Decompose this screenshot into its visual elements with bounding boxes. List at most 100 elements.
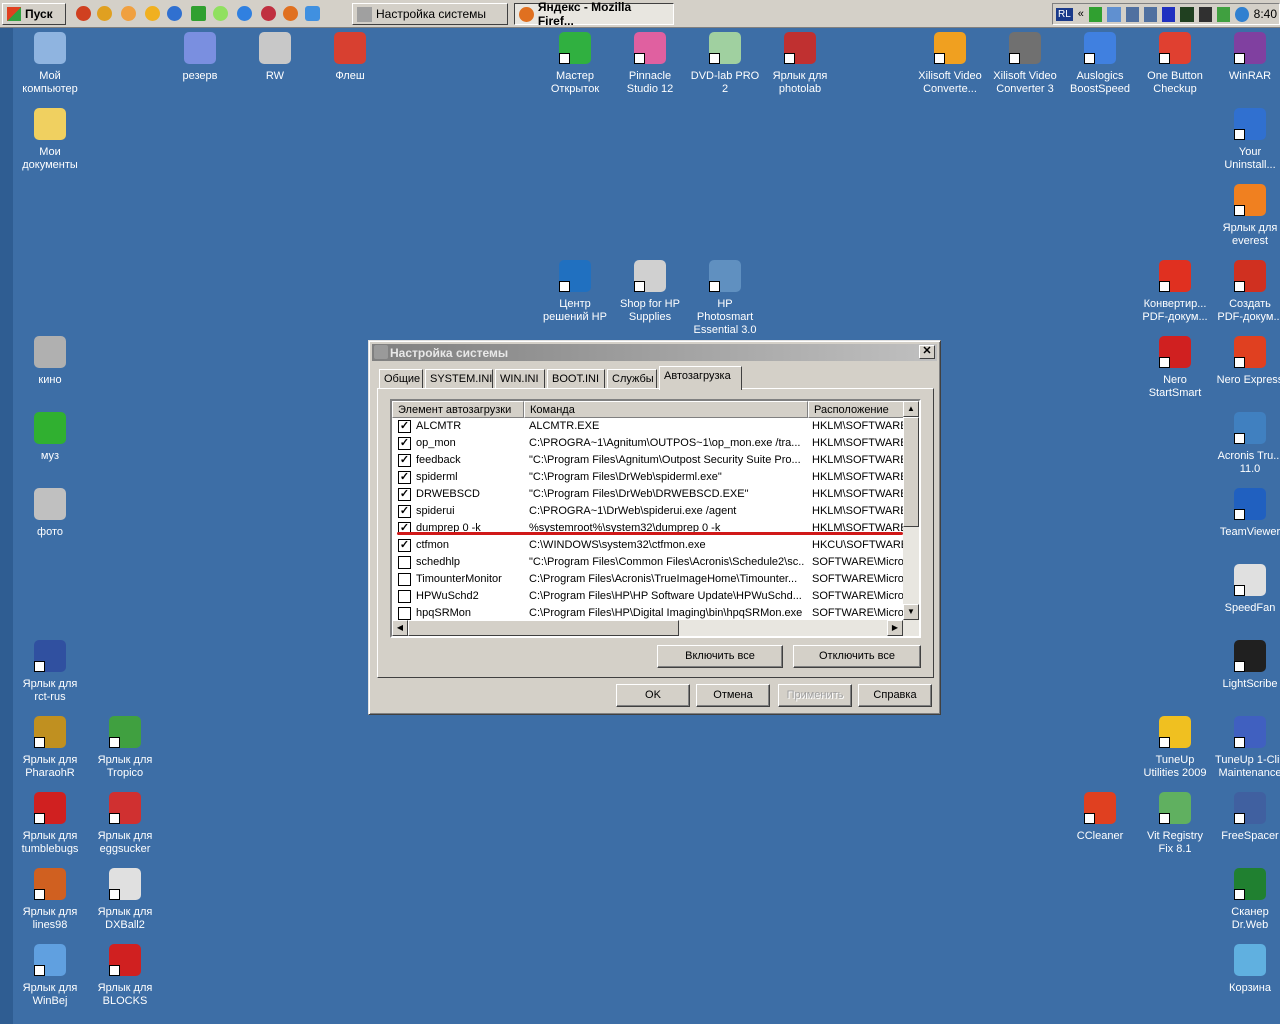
tray-icon[interactable] (1217, 6, 1231, 22)
desktop-icon[interactable]: Auslogics BoostSpeed (1063, 30, 1137, 96)
startup-row[interactable]: ✓ ctfmon C:\WINDOWS\system32\ctfmon.exe … (392, 537, 905, 554)
desktop-icon[interactable]: Ярлык для tumblebugs (13, 790, 87, 856)
startup-checkbox[interactable] (398, 573, 411, 586)
task-system-config[interactable]: Настройка системы (352, 3, 508, 25)
quicklaunch-ie-icon[interactable] (237, 6, 252, 21)
desktop-icon[interactable]: Ярлык для PharaohR (13, 714, 87, 780)
startup-checkbox[interactable]: ✓ (398, 437, 411, 450)
scroll-thumb[interactable] (903, 417, 919, 527)
desktop-icon[interactable]: Конвертир... PDF-докум... (1138, 258, 1212, 324)
startup-checkbox[interactable] (398, 556, 411, 569)
column-header-location[interactable]: Расположение (808, 401, 905, 418)
desktop-icon[interactable]: Ярлык для rct-rus (13, 638, 87, 704)
startup-row[interactable]: ✓ ALCMTR ALCMTR.EXE HKLM\SOFTWARE\M (392, 418, 905, 435)
desktop-icon[interactable]: муз (13, 410, 87, 463)
startup-checkbox[interactable]: ✓ (398, 420, 411, 433)
startup-row[interactable]: ✓ op_mon C:\PROGRA~1\Agnitum\OUTPOS~1\op… (392, 435, 905, 452)
scroll-down-button[interactable]: ▼ (903, 604, 919, 620)
desktop-icon[interactable]: Vit Registry Fix 8.1 (1138, 790, 1212, 856)
quicklaunch-icon[interactable] (305, 6, 320, 21)
tab-win-ini[interactable]: WIN.INI (495, 369, 545, 389)
desktop-icon[interactable]: Центр решений HP (538, 258, 612, 324)
cancel-button[interactable]: Отмена (696, 684, 770, 707)
startup-checkbox[interactable]: ✓ (398, 539, 411, 552)
network-tray-icon[interactable] (1107, 6, 1121, 22)
desktop-icon[interactable]: Acronis Tru... 11.0 (1213, 410, 1280, 476)
desktop-icon[interactable]: Shop for HP Supplies (613, 258, 687, 324)
quicklaunch-icon[interactable] (213, 6, 228, 21)
desktop-icon[interactable]: TuneUp Utilities 2009 (1138, 714, 1212, 780)
desktop-icon[interactable]: Pinnacle Studio 12 (613, 30, 687, 96)
close-button[interactable]: ✕ (919, 345, 935, 359)
quicklaunch-icon[interactable] (76, 6, 91, 21)
desktop-icon[interactable]: DVD-lab PRO 2 (688, 30, 762, 96)
desktop-icon[interactable]: Мой компьютер (13, 30, 87, 96)
column-header-item[interactable]: Элемент автозагрузки (392, 401, 524, 418)
startup-checkbox[interactable]: ✓ (398, 454, 411, 467)
tab-services[interactable]: Службы (607, 369, 657, 389)
desktop-icon[interactable]: FreeSpacer (1213, 790, 1280, 843)
startup-row[interactable]: ✓ spiderml "C:\Program Files\DrWeb\spide… (392, 469, 905, 486)
horizontal-scrollbar[interactable]: ◀ ▶ (392, 620, 919, 636)
expand-tray-icon[interactable]: « (1078, 8, 1084, 20)
network-disconnected-icon[interactable] (1125, 6, 1139, 22)
task-firefox[interactable]: Яндекс - Mozilla Firef... (514, 0, 674, 28)
desktop-icon[interactable]: кино (13, 334, 87, 387)
desktop-icon[interactable]: Ярлык для photolab (763, 30, 837, 96)
desktop-icon[interactable]: Ярлык для BLOCKS (88, 942, 162, 1008)
desktop-icon[interactable]: One Button Checkup (1138, 30, 1212, 96)
vertical-scrollbar[interactable]: ▲ ▼ (903, 401, 919, 620)
quicklaunch-icon[interactable] (261, 6, 276, 21)
desktop-icon[interactable]: Ярлык для eggsucker (88, 790, 162, 856)
utorrent-tray-icon[interactable] (1088, 6, 1103, 22)
quicklaunch-media-icon[interactable] (167, 6, 182, 21)
drweb-spider-icon[interactable] (1180, 6, 1194, 22)
desktop-icon[interactable]: Флеш (313, 30, 387, 83)
quicklaunch-icon[interactable] (145, 6, 160, 21)
desktop-icon[interactable]: Ярлык для DXBall2 (88, 866, 162, 932)
quicklaunch-utorrent-icon[interactable] (191, 6, 206, 21)
startup-checkbox[interactable] (398, 590, 411, 603)
startup-row[interactable]: ✓ spiderui C:\PROGRA~1\DrWeb\spiderui.ex… (392, 503, 905, 520)
startup-checkbox[interactable]: ✓ (398, 488, 411, 501)
desktop-icon[interactable]: LightScribe (1213, 638, 1280, 691)
startup-row[interactable]: schedhlp "C:\Program Files\Common Files\… (392, 554, 905, 571)
quicklaunch-firefox-icon[interactable] (283, 6, 298, 21)
startup-checkbox[interactable]: ✓ (398, 471, 411, 484)
desktop-icon[interactable]: SpeedFan (1213, 562, 1280, 615)
scroll-right-button[interactable]: ▶ (887, 620, 903, 636)
desktop-icon[interactable]: Корзина (1213, 942, 1280, 995)
desktop-icon[interactable]: Your Uninstall... (1213, 106, 1280, 172)
desktop-icon[interactable]: HP Photosmart Essential 3.0 (688, 258, 762, 337)
desktop-icon[interactable]: фото (13, 486, 87, 539)
desktop-icon[interactable]: Ярлык для lines98 (13, 866, 87, 932)
start-button[interactable]: Пуск (2, 3, 66, 25)
security-tray-icon[interactable] (1235, 6, 1249, 22)
tab-general[interactable]: Общие (379, 369, 423, 389)
startup-row[interactable]: TimounterMonitor C:\Program Files\Acroni… (392, 571, 905, 588)
help-button[interactable]: Справка (858, 684, 932, 707)
quicklaunch-icon[interactable] (97, 6, 112, 21)
enable-all-button[interactable]: Включить все (657, 645, 783, 668)
desktop-icon[interactable]: RW (238, 30, 312, 83)
startup-row[interactable]: ✓ DRWEBSCD "C:\Program Files\DrWeb\DRWEB… (392, 486, 905, 503)
ok-button[interactable]: OK (616, 684, 690, 707)
desktop-icon[interactable]: CCleaner (1063, 790, 1137, 843)
tab-startup[interactable]: Автозагрузка (659, 366, 742, 390)
desktop-icon[interactable]: Сканер Dr.Web (1213, 866, 1280, 932)
desktop-icon[interactable]: Nero StartSmart (1138, 334, 1212, 400)
tray-icon[interactable] (1162, 6, 1176, 22)
desktop-icon[interactable]: резерв (163, 30, 237, 83)
desktop-icon[interactable]: Xilisoft Video Converter 3 (988, 30, 1062, 96)
scroll-up-button[interactable]: ▲ (903, 401, 919, 417)
tab-boot-ini[interactable]: BOOT.INI (547, 369, 605, 389)
startup-checkbox[interactable]: ✓ (398, 505, 411, 518)
desktop-icon[interactable]: Ярлык для WinBej (13, 942, 87, 1008)
desktop-icon[interactable]: Создать PDF-докум... (1213, 258, 1280, 324)
desktop-icon[interactable]: Xilisoft Video Converte... (913, 30, 987, 96)
mail-tray-icon[interactable] (1198, 6, 1212, 22)
column-header-command[interactable]: Команда (524, 401, 808, 418)
desktop-icon[interactable]: Мастер Открыток (538, 30, 612, 96)
scroll-left-button[interactable]: ◀ (392, 620, 408, 636)
tab-system-ini[interactable]: SYSTEM.INI (425, 369, 493, 389)
